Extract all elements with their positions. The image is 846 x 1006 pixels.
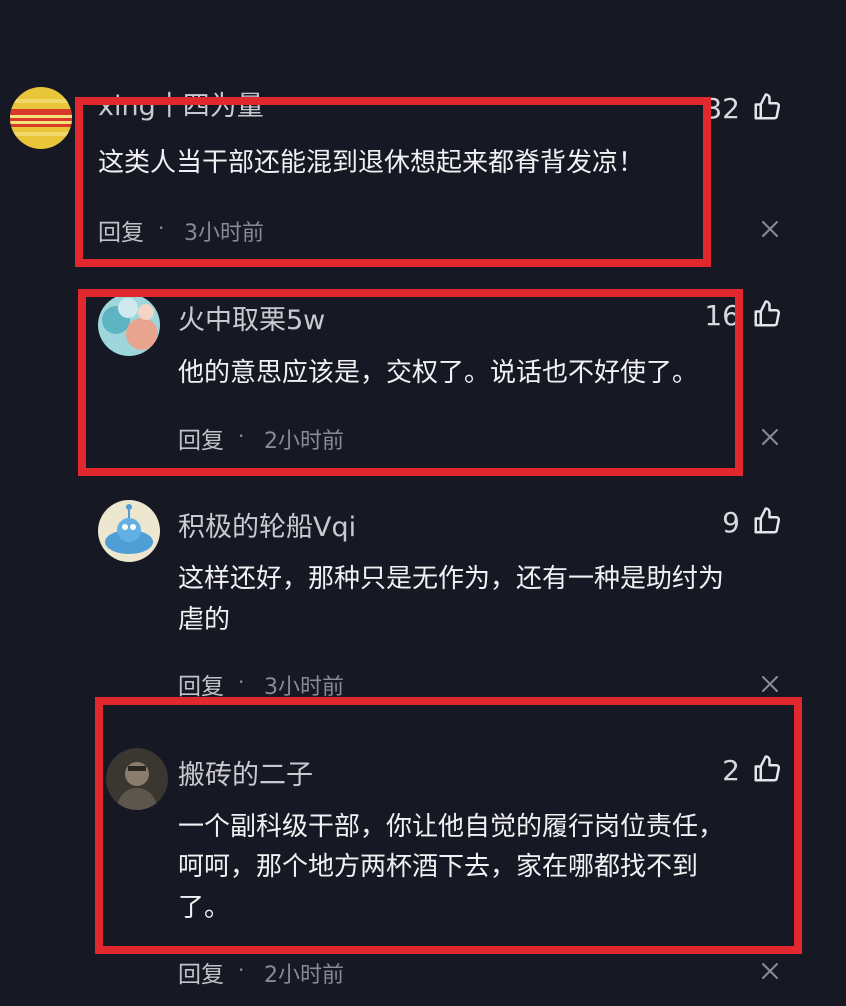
close-icon[interactable]	[760, 427, 780, 447]
thumbs-up-icon[interactable]	[752, 299, 782, 329]
comment-text-line: 虐的	[178, 605, 231, 635]
close-icon[interactable]	[760, 674, 780, 694]
avatar[interactable]	[98, 500, 160, 562]
highlight-box	[95, 697, 802, 954]
reply-button[interactable]: 回复	[178, 955, 224, 989]
reply-button[interactable]: 回复	[178, 667, 224, 701]
comment-text-line: 这样还好，那种只是无作为，还有一种是助纣为	[178, 564, 725, 594]
close-icon[interactable]	[760, 961, 780, 981]
thumbs-up-icon[interactable]	[752, 92, 782, 122]
timestamp: 2小时前	[264, 963, 344, 988]
highlight-box	[78, 289, 743, 476]
close-icon[interactable]	[760, 219, 780, 239]
like-count: 9	[722, 506, 740, 539]
highlight-box	[75, 97, 711, 267]
avatar[interactable]	[10, 87, 72, 149]
username[interactable]: 积极的轮船Vqi	[178, 505, 356, 544]
separator-dot: ·	[238, 670, 245, 694]
separator-dot: ·	[238, 958, 245, 982]
thumbs-up-icon[interactable]	[752, 506, 782, 536]
